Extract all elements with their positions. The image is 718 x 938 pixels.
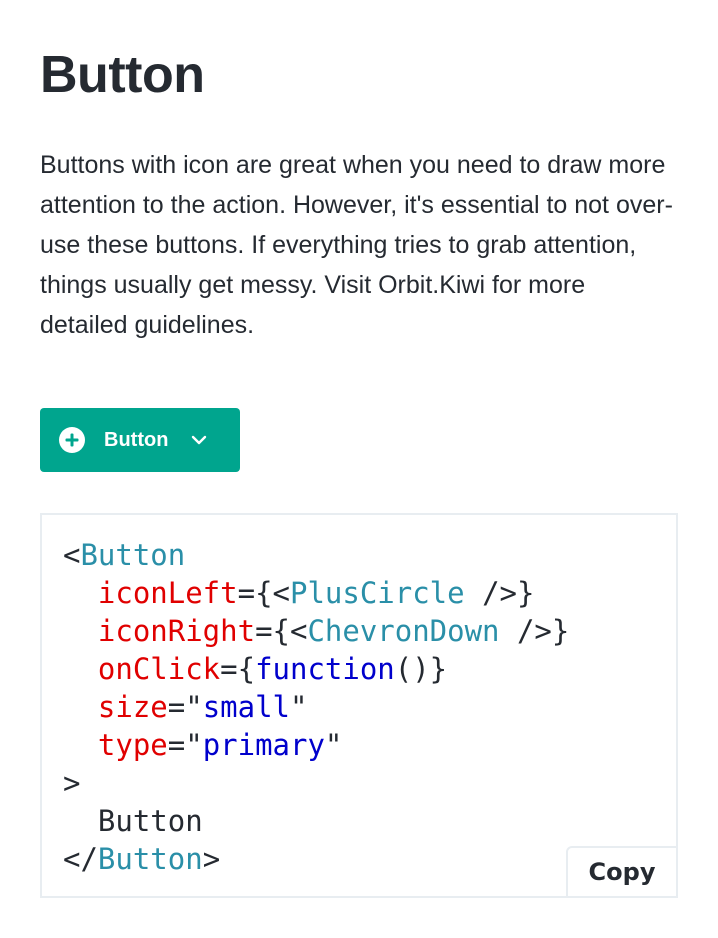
chevron-down-icon [188, 429, 210, 451]
copy-button[interactable]: Copy [566, 846, 678, 898]
code-line: <Button [63, 538, 185, 572]
code-line: onClick={function()} [63, 652, 447, 686]
code-token: " [324, 728, 343, 762]
code-block: <Button iconLeft={<PlusCircle />} iconRi… [63, 536, 569, 878]
code-token: ={ [220, 652, 256, 686]
page-title: Button [40, 46, 205, 104]
code-token: > [202, 842, 221, 876]
code-token: Button [63, 804, 203, 838]
code-line: > [63, 766, 80, 800]
page-description: Buttons with icon are great when you nee… [40, 151, 673, 339]
code-token: size [97, 690, 168, 724]
code-token: primary [202, 728, 325, 762]
code-line: size="small" [63, 690, 308, 724]
code-token: PlusCircle [290, 576, 465, 610]
code-token: " [290, 690, 308, 724]
demo-button-label: Button [104, 428, 169, 451]
code-line: type="primary" [63, 728, 342, 762]
code-line: iconRight={<ChevronDown />} [63, 614, 569, 648]
code-token: />} [499, 614, 570, 648]
code-token: =" [167, 690, 203, 724]
demo-button[interactable]: Button [40, 408, 240, 472]
code-line: Button [63, 804, 203, 838]
code-token: type [97, 728, 168, 762]
code-token: > [63, 766, 81, 800]
code-token: ={< [255, 614, 308, 648]
code-token: function [255, 652, 395, 686]
code-token: iconLeft [97, 576, 238, 610]
code-token: ={< [237, 576, 290, 610]
code-token: Button [97, 842, 203, 876]
code-line: iconLeft={<PlusCircle />} [63, 576, 535, 610]
code-token: ()} [394, 652, 448, 686]
code-token: =" [167, 728, 203, 762]
code-token: iconRight [97, 614, 256, 648]
code-token: />} [464, 576, 535, 610]
code-token: < [63, 538, 81, 572]
code-token: Button [80, 538, 186, 572]
code-token: </ [63, 842, 98, 876]
code-example: <Button iconLeft={<PlusCircle />} iconRi… [40, 513, 678, 898]
code-token: small [202, 690, 290, 724]
plus-circle-icon [58, 426, 86, 454]
code-line: </Button> [63, 842, 220, 876]
code-token: ChevronDown [307, 614, 500, 648]
code-token: onClick [97, 652, 221, 686]
